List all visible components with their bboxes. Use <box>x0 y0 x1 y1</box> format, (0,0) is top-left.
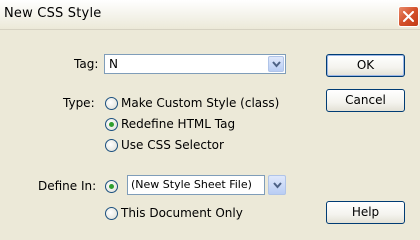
tag-combobox[interactable]: N <box>104 54 286 74</box>
chevron-down-icon <box>273 182 282 189</box>
cancel-button[interactable]: Cancel <box>326 89 405 112</box>
radio-define-in-file[interactable] <box>105 180 118 193</box>
radio-this-document-only[interactable] <box>105 207 118 220</box>
dialog-title: New CSS Style <box>4 6 102 21</box>
tag-dropdown-button[interactable] <box>268 56 284 72</box>
title-bar: New CSS Style <box>0 0 420 30</box>
tag-value: N <box>109 57 118 71</box>
define-in-label: Define In: <box>38 179 97 193</box>
radio-redefine-html-tag-label[interactable]: Redefine HTML Tag <box>121 117 235 131</box>
style-sheet-select-value: (New Style Sheet File) <box>131 178 252 191</box>
style-sheet-dropdown-button[interactable] <box>268 175 286 195</box>
radio-make-custom-style[interactable] <box>105 97 118 110</box>
radio-use-css-selector[interactable] <box>105 139 118 152</box>
radio-use-css-selector-label[interactable]: Use CSS Selector <box>121 138 224 152</box>
close-button[interactable] <box>398 6 419 27</box>
radio-make-custom-style-label[interactable]: Make Custom Style (class) <box>121 96 279 110</box>
type-label: Type: <box>63 96 95 110</box>
style-sheet-select[interactable]: (New Style Sheet File) <box>127 175 265 195</box>
close-icon <box>403 11 414 22</box>
radio-redefine-html-tag[interactable] <box>105 118 118 131</box>
help-button[interactable]: Help <box>326 201 405 224</box>
chevron-down-icon <box>272 61 281 68</box>
new-css-style-dialog: New CSS Style Tag: N Type: Make Custom S… <box>0 0 420 240</box>
radio-this-document-only-label[interactable]: This Document Only <box>121 206 243 220</box>
ok-button[interactable]: OK <box>326 54 405 77</box>
tag-label: Tag: <box>74 57 99 71</box>
